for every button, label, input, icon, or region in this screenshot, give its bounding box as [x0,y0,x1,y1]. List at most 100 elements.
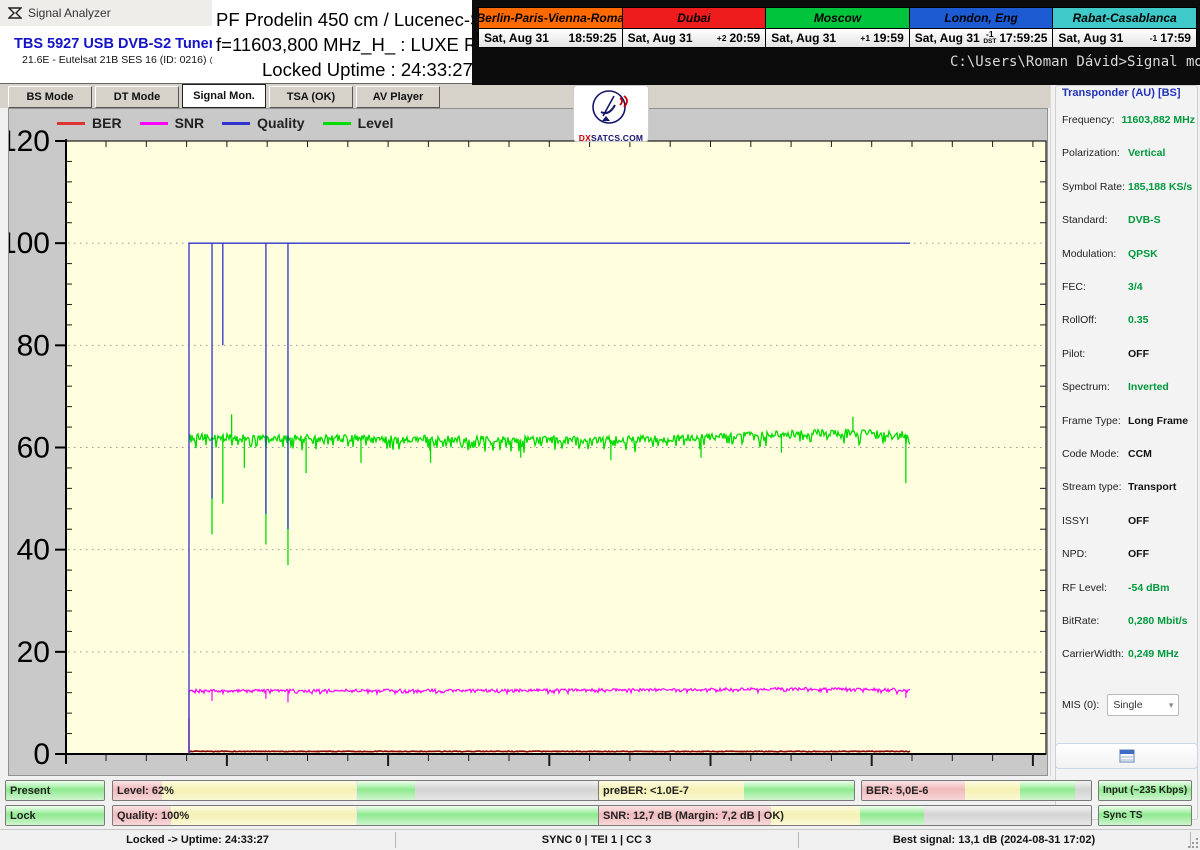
svg-text:0: 0 [33,738,50,771]
svg-text:20: 20 [17,636,50,669]
field-value: Transport [1128,481,1176,493]
legend-item-snr: SNR [140,115,205,131]
field-value: 3/4 [1128,281,1143,293]
mis-select[interactable]: Single ▾ [1107,694,1179,716]
clock-city: Dubai [623,8,766,29]
status-divider [395,832,396,848]
indicator-snr: SNR: 12,7 dB (Margin: 7,2 dB | OK) [598,805,1092,826]
field-label: NPD: [1062,548,1128,560]
field-value: -54 dBm [1128,582,1169,594]
clock-city: London, Eng [910,8,1053,29]
field-value: 0,249 MHz [1128,648,1179,660]
bar-segment-green [1020,781,1075,800]
indicator-input: Input (~235 Kbps) [1098,780,1192,801]
transponder-row-carrierwidth: CarrierWidth:0,249 MHz [1062,648,1195,660]
indicator-label: Sync TS [1103,806,1142,825]
clock-date: Sat, Aug 31 [771,31,860,45]
tab-av-player[interactable]: AV Player [356,86,440,108]
chart-legend: BERSNRQualityLevel [57,115,411,131]
overlay-text-box: PF Prodelin 450 cm / Lucenec-Slovakia f=… [212,0,472,83]
clock: Berlin-Paris-Vienna-RomaSat, Aug 3118:59… [479,8,623,47]
field-label: CarrierWidth: [1062,648,1128,660]
legend-item-ber: BER [57,115,122,131]
transponder-row-modulation: Modulation:QPSK [1062,248,1195,260]
field-label: ISSYI [1062,515,1128,527]
svg-text:120: 120 [9,125,50,158]
field-value: 0,280 Mbit/s [1128,615,1188,627]
indicator-label: Quality: 100% [117,806,189,825]
indicator-label: Lock [10,806,36,825]
transponder-row-standard: Standard:DVB-S [1062,214,1195,226]
tab-dt-mode[interactable]: DT Mode [95,86,179,108]
clock-utc-offset: +2 [717,34,727,42]
clock-date: Sat, Aug 31 [915,31,984,45]
clock-time: 20:59 [729,31,760,45]
clock-utc-offset: -1DST [983,30,996,46]
indicator-label: Present [10,781,50,800]
clock: MoscowSat, Aug 31+119:59 [766,8,910,47]
indicator-level: Level: 62% [112,780,601,801]
tuner-name: TBS 5927 USB DVB-S2 Tuner [14,36,214,52]
field-value: CCM [1128,448,1152,460]
clock: Rabat-CasablancaSat, Aug 31-117:59 [1053,8,1196,47]
legend-line-quality [222,122,250,125]
field-value: OFF [1128,548,1149,560]
bar-segment-gray [415,781,600,800]
bar-segment-gray [1075,781,1091,800]
table-icon [1119,749,1135,763]
signal-chart-panel: BERSNRQualityLevel 120100806040200 [8,108,1048,776]
clock: London, EngSat, Aug 31-1DST17:59:25 [910,8,1054,47]
tab-signal-mon-[interactable]: Signal Mon. [182,84,266,108]
clock-time: 17:59 [1160,31,1191,45]
mis-value: Single [1113,699,1142,711]
clock-city: Berlin-Paris-Vienna-Roma [479,8,622,29]
window-title: Signal Analyzer [28,6,111,20]
dxsatcs-logo: DXSATCS.COM [573,85,649,142]
bar-segment-yellow [965,781,1020,800]
legend-label: Quality [257,115,304,131]
field-label: Polarization: [1062,147,1128,159]
indicator-quality: Quality: 100% [112,805,601,826]
chevron-down-icon: ▾ [1169,700,1174,711]
status-divider [798,832,799,848]
clock-time-row: Sat, Aug 31-1DST17:59:25 [910,29,1053,47]
field-label: Frame Type: [1062,415,1128,427]
clock-date: Sat, Aug 31 [1058,31,1149,45]
field-label: Symbol Rate: [1062,181,1128,193]
svg-text:60: 60 [17,432,50,465]
clock-city: Rabat-Casablanca [1053,8,1196,29]
field-label: Code Mode: [1062,448,1128,460]
field-value: DVB-S [1128,214,1161,226]
bar-segment-green [357,806,601,825]
app-icon [8,6,22,20]
indicator-ber: BER: 5,0E-6 [861,780,1092,801]
overlay-line-uptime: Locked Uptime : 24:33:27 [262,59,473,81]
indicator-present: Present [5,780,105,801]
field-label: Stream type: [1062,481,1128,493]
field-label: Spectrum: [1062,381,1128,393]
signal-chart: 120100806040200 [9,109,1047,775]
status-divider [1190,832,1191,848]
bar-segment-yellow [171,806,356,825]
mis-row: MIS (0): Single ▾ [1062,694,1195,716]
world-clocks: Berlin-Paris-Vienna-Roma Sat, Aug 31 18:59… [478,7,1197,48]
transponder-row-polarization: Polarization:Vertical [1062,147,1195,159]
svg-text:100: 100 [9,227,50,260]
field-label: Modulation: [1062,248,1128,260]
legend-label: BER [92,115,122,131]
transponder-header: Transponder (AU) [BS] [1062,87,1194,99]
indicator-label: preBER: <1.0E-7 [603,781,689,800]
status-cell-0: Locked -> Uptime: 24:33:27 [0,830,395,850]
transponder-row-rolloff: RollOff:0.35 [1062,314,1195,326]
console-prompt-line: C:\Users\Roman Dávid>Signal monitoring_P… [950,54,1200,70]
overlay-line-frequency: f=11603,800 MHz_H_ : LUXE Radio [216,34,512,56]
indicator-label: Input (~235 Kbps) [1103,781,1187,800]
clock: Dubai Sat, Aug 31+220:59 [623,8,767,47]
svg-text:40: 40 [17,534,50,567]
tab-bs-mode[interactable]: BS Mode [8,86,92,108]
bar-segment-gray [924,806,1091,825]
clock-date: Sat, Aug 31 [628,31,717,45]
tab-tsa-ok-[interactable]: TSA (OK) [269,86,353,108]
clock-time: 18:59:25 [569,31,617,45]
transport-list-button[interactable] [1055,743,1198,769]
